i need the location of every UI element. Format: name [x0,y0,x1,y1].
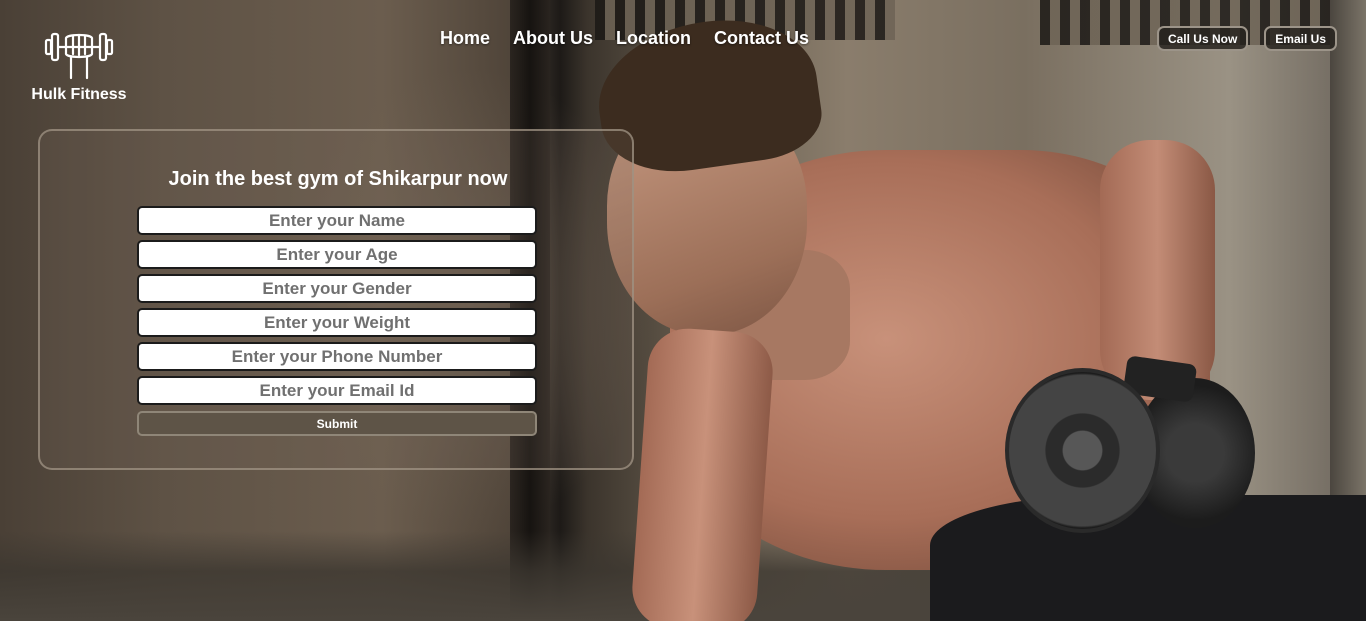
dumbbell-fist-icon [44,32,114,80]
call-us-now-button[interactable]: Call Us Now [1156,26,1249,51]
phone-input[interactable] [137,342,537,371]
email-us-button[interactable]: Email Us [1264,26,1337,51]
join-form: Submit [137,206,537,436]
form-title: Join the best gym of Shikarpur now [168,168,508,190]
header-actions: Call Us Now Email Us [1156,26,1337,51]
brand-logo[interactable]: Hulk Fitness [30,24,128,104]
nav-contact-us[interactable]: Contact Us [714,28,809,49]
submit-button[interactable]: Submit [137,411,537,436]
age-input[interactable] [137,240,537,269]
nav-home[interactable]: Home [440,28,490,49]
nav-location[interactable]: Location [616,28,691,49]
gender-input[interactable] [137,274,537,303]
weight-input[interactable] [137,308,537,337]
email-input[interactable] [137,376,537,405]
nav-about-us[interactable]: About Us [513,28,593,49]
brand-name: Hulk Fitness [31,86,127,103]
name-input[interactable] [137,206,537,235]
background-floor [0,531,1366,621]
background-wall [1330,0,1366,621]
main-nav: Home About Us Location Contact Us [440,28,809,49]
join-form-card: Join the best gym of Shikarpur now Submi… [38,129,634,470]
